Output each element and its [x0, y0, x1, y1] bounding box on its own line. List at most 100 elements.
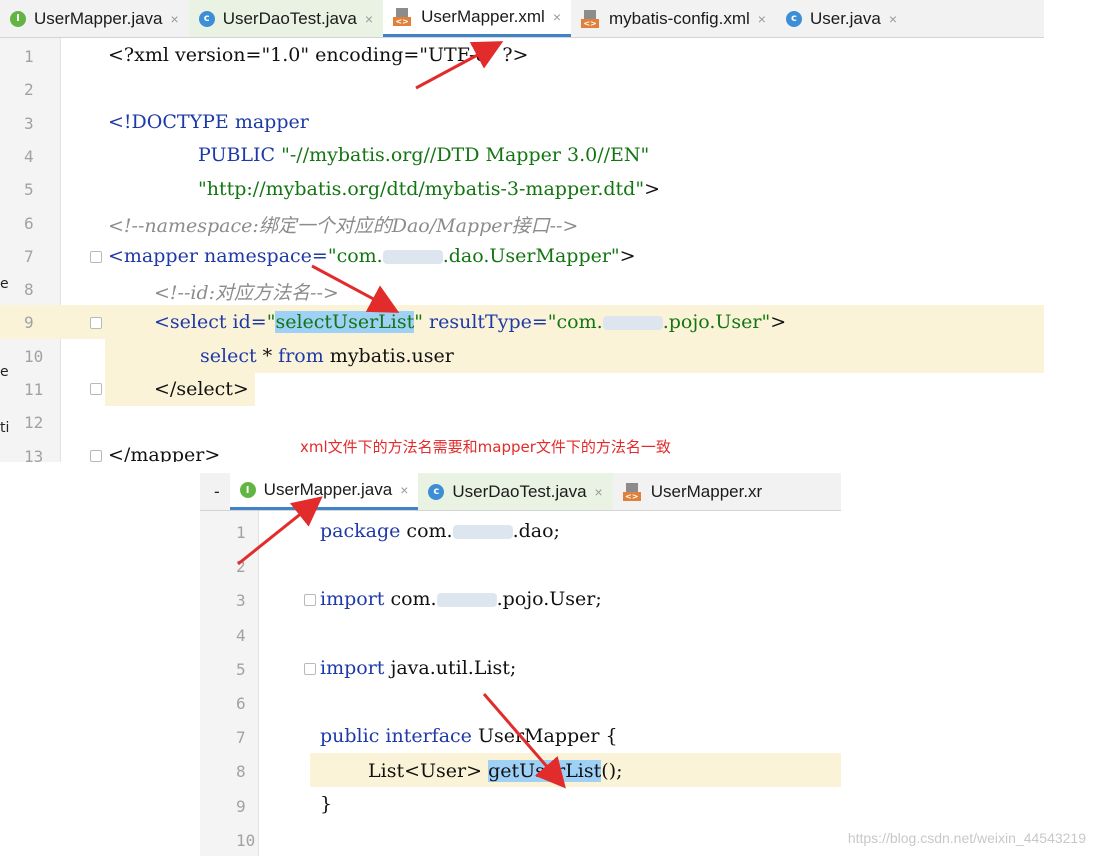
code-line[interactable]: <!--id:对应方法名--> — [154, 278, 339, 305]
package-keyword: package — [320, 520, 401, 542]
close-icon[interactable]: × — [889, 11, 897, 27]
line-number: 11 — [24, 380, 44, 399]
fold-marker-icon[interactable] — [90, 450, 102, 462]
close-icon[interactable]: × — [400, 482, 408, 498]
code-line[interactable]: <!DOCTYPE mapper — [108, 111, 309, 133]
xml-editor-panel: I UserMapper.java × c UserDaoTest.java ×… — [0, 0, 1044, 462]
quote: " — [414, 311, 423, 333]
code-line[interactable]: package com. .dao; — [320, 520, 560, 542]
class-icon: c — [428, 483, 445, 500]
line-number: 3 — [24, 113, 34, 133]
id-comment: <!--id:对应方法名--> — [154, 282, 339, 304]
mapper-tag: <mapper — [108, 245, 198, 267]
code-line[interactable]: PUBLIC "-//mybatis.org//DTD Mapper 3.0//… — [198, 144, 649, 166]
close-icon[interactable]: × — [365, 11, 373, 27]
tab-usermapper-java[interactable]: I UserMapper.java × — [0, 0, 189, 37]
sql-star: * — [262, 345, 273, 367]
tab-userdaotest-java[interactable]: c UserDaoTest.java × — [418, 473, 613, 510]
annotation-caption: xml文件下的方法名需要和mapper文件下的方法名一致 — [300, 438, 671, 456]
code-line[interactable]: } — [320, 793, 332, 815]
tag-close: > — [644, 178, 661, 200]
fold-marker-icon[interactable] — [304, 594, 316, 606]
tab-usermapper-xml[interactable]: <> UserMapper.xr — [613, 473, 772, 510]
tab-mybatis-config-xml[interactable]: <> mybatis-config.xml × — [571, 0, 776, 37]
class-icon: c — [785, 10, 802, 27]
interface-icon: I — [10, 10, 26, 27]
line-number: 8 — [24, 280, 34, 300]
code-line[interactable]: List<User> getUserList(); — [368, 760, 623, 782]
fold-marker-icon[interactable] — [90, 251, 102, 263]
code-line[interactable]: <!--namespace:绑定一个对应的Dao/Mapper接口--> — [108, 211, 578, 238]
redacted-text — [452, 525, 513, 539]
code-line[interactable]: <select id="selectUserList" resultType="… — [154, 311, 786, 333]
redacted-text — [436, 593, 497, 607]
code-line[interactable]: "http://mybatis.org/dtd/mybatis-3-mapper… — [198, 178, 660, 200]
line-number: 7 — [24, 246, 34, 266]
code-line[interactable]: import com. .pojo.User; — [320, 588, 602, 610]
tag-close: > — [770, 311, 787, 333]
tab-userdaotest-java[interactable]: c UserDaoTest.java × — [188, 0, 384, 37]
line-number: 3 — [236, 591, 246, 611]
xml-icon: <> — [581, 9, 601, 28]
fold-marker-icon[interactable] — [304, 663, 316, 675]
class-icon: c — [198, 10, 215, 27]
import-keyword: import — [320, 588, 385, 610]
resulttype-attr: resultType= — [422, 311, 548, 333]
tab-usermapper-xml[interactable]: <> UserMapper.xml × — [383, 0, 572, 37]
tab-label: mybatis-config.xml — [609, 8, 750, 28]
code-line[interactable]: </select> — [154, 378, 249, 400]
line-number: 7 — [236, 728, 246, 748]
close-icon[interactable]: × — [758, 11, 766, 27]
tab-dropdown[interactable]: - — [200, 473, 230, 510]
code-line[interactable]: import java.util.List; — [320, 657, 516, 679]
xml-icon: <> — [393, 8, 413, 26]
doctype-name: mapper — [228, 111, 309, 133]
doctype-keyword: <!DOCTYPE — [108, 111, 229, 133]
redacted-text — [602, 316, 663, 330]
select-close-tag: </select> — [154, 378, 249, 400]
tab-label: User.java — [809, 8, 881, 28]
fold-marker-icon[interactable] — [90, 317, 102, 329]
method-name[interactable]: getUserList — [488, 760, 602, 782]
close-icon[interactable]: × — [171, 11, 179, 27]
method-params: (); — [601, 760, 623, 782]
line-number: 1 — [24, 47, 34, 66]
code-line[interactable]: <mapper namespace="com. .dao.UserMapper"> — [108, 245, 636, 267]
close-icon[interactable]: × — [553, 9, 561, 25]
fold-marker-icon[interactable] — [90, 383, 102, 395]
import-path: com. — [384, 588, 437, 610]
tab-label: UserMapper.xml — [421, 7, 545, 26]
interface-keyword: public interface — [320, 725, 472, 747]
code-line[interactable]: <?xml version="1.0" encoding="UTF-8" ?> — [108, 44, 528, 66]
interface-icon: I — [239, 482, 256, 498]
close-icon[interactable]: × — [595, 484, 603, 500]
dtd-public-id: "-//mybatis.org//DTD Mapper 3.0//EN" — [275, 144, 650, 166]
line-number: 2 — [236, 557, 246, 577]
line-number: 9 — [236, 796, 246, 816]
id-attr: id= — [226, 311, 267, 333]
tab-label: UserMapper.java — [263, 480, 393, 499]
line-number: 6 — [236, 694, 246, 713]
namespace-value: .dao.UserMapper" — [442, 245, 620, 267]
left-edge-fragment: e — [0, 364, 9, 380]
line-number: 4 — [24, 146, 34, 166]
tag-close: > — [619, 245, 636, 267]
interface-name: UserMapper { — [471, 725, 618, 747]
xml-declaration: <?xml version="1.0" encoding="UTF-8" ?> — [108, 44, 529, 66]
code-line[interactable]: select * from mybatis.user — [200, 345, 454, 367]
tab-usermapper-java[interactable]: I UserMapper.java × — [229, 473, 419, 510]
line-number: 9 — [24, 313, 34, 333]
code-line[interactable]: </mapper> — [108, 444, 220, 462]
import-path: .pojo.User; — [496, 588, 602, 610]
resulttype-value: "com. — [547, 311, 603, 333]
line-number: 12 — [24, 413, 44, 433]
line-number: 10 — [236, 830, 256, 850]
closing-brace: } — [320, 793, 333, 815]
editor-tab-bar: I UserMapper.java × c UserDaoTest.java ×… — [0, 0, 1044, 38]
tab-user-java[interactable]: c User.java × — [776, 0, 907, 37]
package-name: com. — [400, 520, 453, 542]
code-line[interactable]: public interface UserMapper { — [320, 725, 618, 747]
dtd-system-url: "http://mybatis.org/dtd/mybatis-3-mapper… — [198, 178, 645, 200]
select-id-value[interactable]: selectUserList — [275, 311, 415, 333]
tab-label: UserDaoTest.java — [222, 8, 357, 28]
